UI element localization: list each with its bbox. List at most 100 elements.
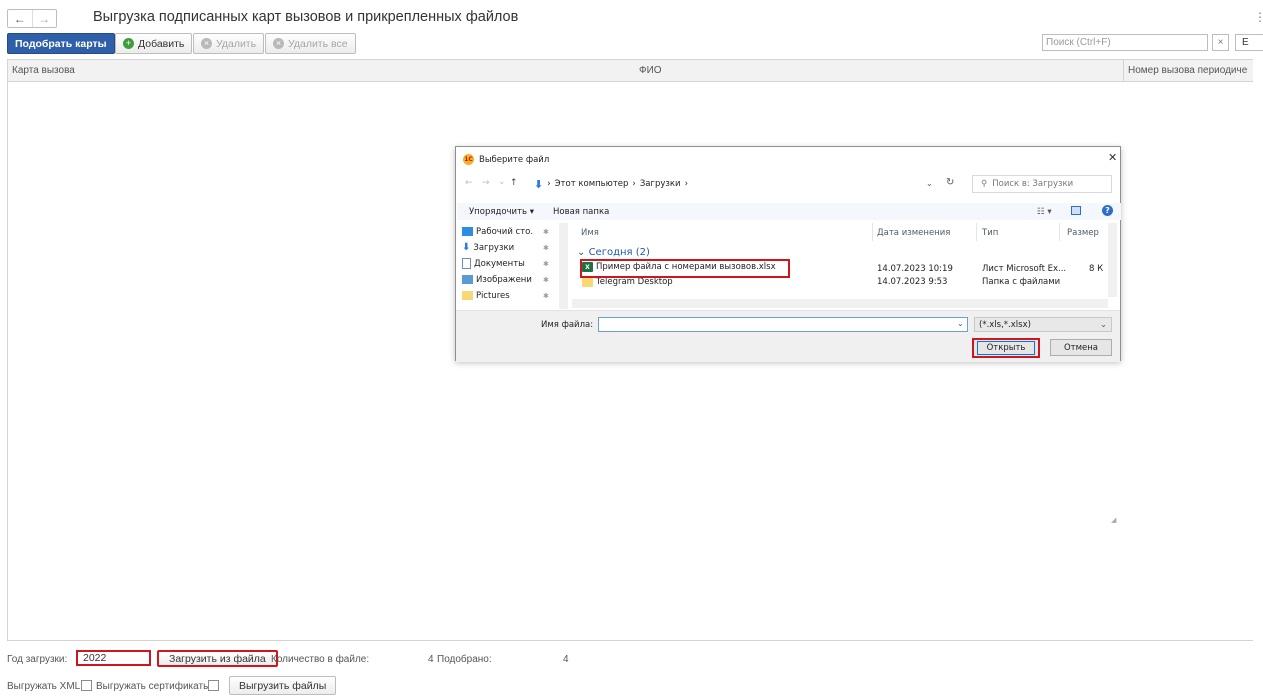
column-header-fio[interactable]: ФИО [639, 65, 662, 76]
count-in-file-value: 4 [428, 654, 434, 665]
delete-button-label: Удалить [216, 37, 257, 50]
file-list-scrollbar[interactable] [1108, 223, 1117, 297]
recent-dropdown-icon[interactable]: ⌄ [498, 177, 506, 187]
add-button-label: Добавить [138, 37, 185, 50]
file-date: 14.07.2023 10:19 [877, 264, 953, 274]
downloads-icon: ⬇ [462, 242, 471, 253]
open-button-label: Открыть [977, 341, 1035, 355]
address-bar: ← → ⌄ ↑ ⬇ › Этот компьютер › Загрузки › … [462, 175, 1112, 193]
back-button[interactable]: ← [8, 10, 32, 27]
path-separator: › [632, 179, 636, 189]
column-header-call-number[interactable]: Номер вызова периодиче [1128, 65, 1247, 76]
nav-item-documents[interactable]: Документы [462, 257, 525, 270]
preview-pane-icon[interactable] [1071, 206, 1081, 215]
folder-icon [582, 277, 593, 287]
chevron-down-icon: ⌄ [577, 247, 586, 258]
export-certs-checkbox[interactable] [208, 680, 219, 691]
path-separator: › [547, 179, 551, 189]
forward-button[interactable]: → [31, 10, 57, 27]
path-segment[interactable]: Загрузки [640, 179, 681, 189]
chevron-down-icon[interactable]: ⌄ [926, 179, 933, 188]
nav-item-desktop[interactable]: Рабочий сто. [462, 225, 533, 238]
nav-item-downloads[interactable]: ⬇ Загрузки [462, 241, 514, 254]
column-header-card[interactable]: Карта вызова [12, 65, 75, 76]
delete-button[interactable]: × Удалить [193, 33, 265, 54]
nav-scrollbar[interactable] [559, 223, 568, 309]
picked-value: 4 [563, 654, 569, 665]
chevron-down-icon: ⌄ [1099, 320, 1107, 330]
help-icon[interactable]: ? [1102, 205, 1113, 216]
nav-up-icon[interactable]: ↑ [510, 178, 518, 188]
refresh-icon[interactable]: ↻ [946, 177, 954, 188]
dialog-search-input[interactable]: ⚲ Поиск в: Загрузки [972, 175, 1112, 193]
export-xml-checkbox[interactable] [81, 680, 92, 691]
filename-area: Имя файла: ⌄ (*.xls,*.xlsx) ⌄ Открыть От… [456, 310, 1120, 524]
file-size: 8 К [1089, 264, 1104, 274]
arrow-left-icon: ← [13, 11, 26, 26]
chevron-down-icon[interactable]: ⌄ [957, 319, 964, 328]
documents-icon [462, 258, 471, 269]
count-in-file-label: Количество в файле: [271, 654, 370, 665]
nav-back-icon[interactable]: ← [465, 178, 473, 188]
search-clear-button[interactable]: × [1212, 34, 1229, 51]
column-header-name[interactable]: Имя [581, 228, 599, 238]
column-header-date[interactable]: Дата изменения [877, 228, 950, 238]
folder-icon [462, 291, 473, 300]
export-certs-label: Выгружать сертификаты: [96, 681, 214, 692]
column-divider [1123, 60, 1124, 82]
resize-grip-icon[interactable]: ◢ [1111, 516, 1116, 524]
dialog-search-placeholder: Поиск в: Загрузки [992, 179, 1074, 189]
table-header: Карта вызова ФИО Номер вызова периодиче [8, 60, 1253, 82]
nav-item-pictures-ru[interactable]: Изображени [462, 273, 532, 286]
pick-cards-button[interactable]: Подобрать карты [7, 33, 115, 54]
nav-forward-icon[interactable]: → [482, 178, 490, 188]
column-header-type[interactable]: Тип [982, 228, 998, 238]
file-list-hscrollbar[interactable] [572, 299, 1108, 308]
add-button[interactable]: + Добавить [115, 33, 193, 54]
pin-icon: ✱ [543, 276, 549, 284]
cancel-button[interactable]: Отмена [1050, 339, 1112, 356]
organize-button[interactable]: Упорядочить ▾ [469, 207, 534, 217]
file-list: Имя Дата изменения Тип Размер ⌄ Сегодня … [572, 223, 1117, 311]
arrow-right-icon: → [38, 11, 51, 26]
path-segment[interactable]: Этот компьютер [555, 179, 629, 189]
nav-item-pictures[interactable]: Pictures [462, 289, 510, 302]
new-folder-button[interactable]: Новая папка [553, 207, 609, 217]
pin-icon: ✱ [543, 260, 549, 268]
open-button[interactable]: Открыть [972, 338, 1040, 358]
delete-all-button-label: Удалить все [288, 37, 348, 50]
close-icon[interactable]: ✕ [1108, 151, 1117, 164]
address-path[interactable]: ⬇ › Этот компьютер › Загрузки › [534, 175, 959, 193]
column-header-size[interactable]: Размер [1067, 228, 1099, 238]
pin-icon: ✱ [543, 244, 549, 252]
nav-item-label: Документы [474, 258, 525, 269]
group-label: Сегодня (2) [588, 247, 650, 258]
view-options-icon[interactable]: ☷ ▾ [1037, 207, 1052, 217]
pin-icon: ✱ [543, 292, 549, 300]
more-actions-button[interactable]: Е [1235, 34, 1263, 51]
export-files-button[interactable]: Выгрузить файлы [229, 676, 337, 695]
load-from-file-button[interactable]: Загрузить из файла [157, 650, 278, 667]
nav-item-label: Рабочий сто. [476, 226, 534, 237]
export-xml-label: Выгружать XML: [7, 681, 84, 692]
file-open-dialog: 1С Выберите файл ✕ ← → ⌄ ↑ ⬇ › Этот комп… [455, 146, 1121, 524]
history-nav: ← → [7, 9, 57, 28]
filename-input[interactable] [598, 317, 968, 332]
column-divider [976, 223, 977, 241]
search-input[interactable]: Поиск (Ctrl+F) [1042, 34, 1208, 51]
nav-item-label: Загрузки [473, 242, 515, 253]
highlight-box [580, 259, 790, 278]
file-name: Telegram Desktop [596, 277, 673, 287]
delete-all-button[interactable]: × Удалить все [265, 33, 356, 54]
delete-circle-icon: × [201, 38, 212, 49]
nav-item-label: Pictures [476, 290, 510, 301]
file-type: Папка с файлами [982, 277, 1061, 287]
delete-circle-icon: × [273, 38, 284, 49]
pin-icon: ✱ [543, 228, 549, 236]
filename-label: Имя файла: [541, 320, 594, 330]
year-input[interactable]: 2022 [76, 650, 151, 666]
file-type-filter[interactable]: (*.xls,*.xlsx) ⌄ [974, 317, 1112, 332]
group-header[interactable]: ⌄ Сегодня (2) [577, 247, 650, 258]
more-menu-icon[interactable]: ⋮ [1254, 10, 1263, 24]
pictures-icon [462, 275, 473, 284]
